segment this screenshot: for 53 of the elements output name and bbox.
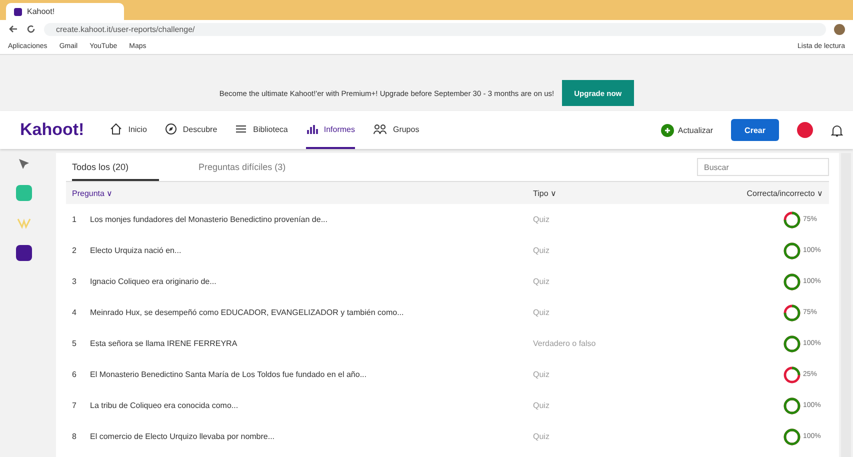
favicon-icon <box>14 8 22 16</box>
question-number: 2 <box>72 246 78 255</box>
filter-tab[interactable]: Preguntas difíciles (3) <box>198 153 316 181</box>
question-type: Quiz <box>533 246 550 255</box>
question-number: 3 <box>72 277 78 286</box>
upgrade-link[interactable]: Actualizar <box>660 124 713 136</box>
nav-link[interactable]: Biblioteca <box>235 111 288 149</box>
bell-icon[interactable] <box>831 124 843 136</box>
plus-icon <box>660 124 674 136</box>
question-number: 6 <box>72 370 78 379</box>
question-number: 1 <box>72 215 78 224</box>
user-avatar-icon[interactable] <box>797 122 813 138</box>
nav-link[interactable]: Inicio <box>110 111 147 149</box>
question-text: Electo Urquiza nació en... <box>90 246 182 255</box>
question-type: Quiz <box>533 215 550 224</box>
question-text: La tribu de Coliqueo era conocida como... <box>90 401 240 410</box>
column-header[interactable]: Tipo ∨ <box>533 188 703 198</box>
back-icon[interactable] <box>8 24 18 34</box>
search-field[interactable]: Buscar <box>697 158 829 176</box>
nav-link[interactable]: Descubre <box>164 111 218 149</box>
column-header[interactable]: Pregunta ∨ <box>72 188 533 198</box>
nav-link[interactable]: Informes <box>306 111 355 149</box>
list-icon <box>235 123 248 135</box>
question-type: Quiz <box>533 370 550 379</box>
tab-title: Kahoot! <box>27 7 55 16</box>
profile-icon[interactable] <box>834 24 845 34</box>
group-icon <box>372 123 387 135</box>
question-text: Los monjes fundadores del Monasterio Benedictino provenían de... <box>90 215 328 224</box>
nav-link[interactable]: Grupos <box>372 111 420 149</box>
question-type: Quiz <box>533 432 550 441</box>
question-text: El comercio de Electo Urquizo llevaba por nombre... <box>90 432 276 441</box>
reload-icon[interactable] <box>26 24 36 34</box>
question-type: Quiz <box>533 308 550 317</box>
browser-tab[interactable]: Kahoot! <box>6 3 124 20</box>
question-number: 8 <box>72 432 78 441</box>
question-type: Quiz <box>533 277 550 286</box>
question-type: Verdadero o falso <box>533 339 597 348</box>
question-type: Quiz <box>533 401 550 410</box>
compass-icon <box>164 123 177 135</box>
question-text: Ignacio Coliqueo era originario de... <box>90 277 218 286</box>
question-text: Esta señora se llama IRENE FERREYRA <box>90 339 238 348</box>
question-text: Meinrado Hux, se desempeñó como EDUCADOR, EVANGELIZADOR y también como... <box>90 308 405 317</box>
logo[interactable]: Kahoot! <box>20 120 84 140</box>
chart-icon <box>306 123 318 135</box>
question-number: 4 <box>72 308 78 317</box>
question-number: 7 <box>72 401 78 410</box>
question-text: El Monasterio Benedictino Santa María de Los Toldos fue fundado en el año... <box>90 370 368 379</box>
app-icon[interactable] <box>16 245 32 261</box>
question-number: 5 <box>72 339 78 348</box>
address-field[interactable]: create.kahoot.it/user-reports/challenge/ <box>44 22 826 36</box>
column-header[interactable]: Correcta/incorrecto ∨ <box>703 188 823 198</box>
home-icon <box>110 123 122 135</box>
create-button[interactable]: Crear <box>731 119 779 141</box>
